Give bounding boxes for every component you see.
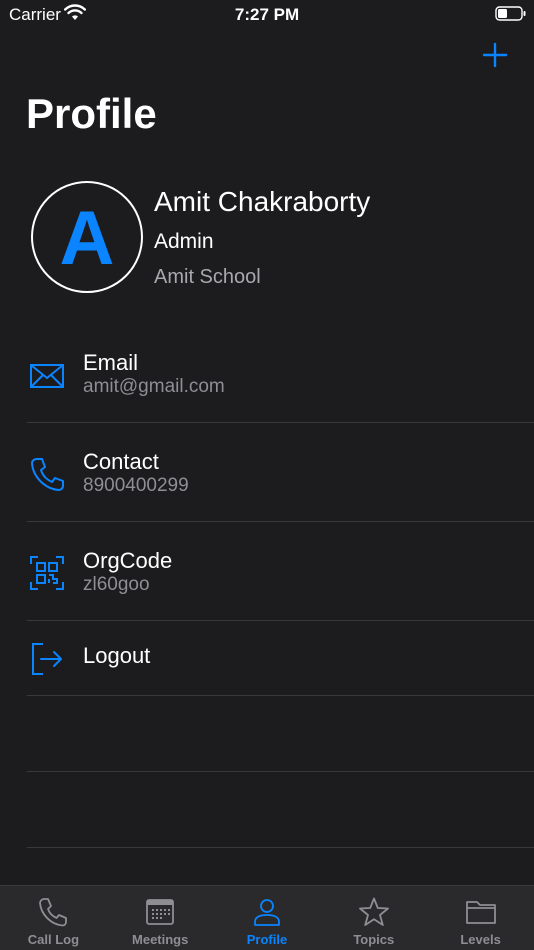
plus-icon	[482, 42, 508, 68]
avatar: A	[31, 181, 143, 293]
tab-label: Profile	[246, 932, 288, 947]
qr-code-icon	[30, 556, 64, 590]
folder-icon	[465, 901, 496, 924]
divider	[27, 847, 534, 848]
tab-topics[interactable]: Topics	[320, 886, 427, 950]
logout-label: Logout	[83, 643, 151, 668]
orgcode-value: zl60goo	[83, 574, 150, 595]
email-row[interactable]: Email amit@gmail.com	[0, 324, 534, 423]
contact-row[interactable]: Contact 8900400299	[0, 423, 534, 522]
divider	[27, 771, 534, 772]
profile-menu-list: Email amit@gmail.com Contact 8900400299 …	[0, 324, 534, 696]
logout-row[interactable]: Logout	[0, 621, 534, 696]
tab-label: Levels	[460, 932, 501, 947]
logout-icon	[32, 643, 62, 675]
tab-label: Call Log	[27, 932, 80, 947]
page-title: Profile	[26, 90, 157, 137]
add-button[interactable]	[480, 40, 510, 70]
profile-organization: Amit School	[154, 266, 261, 288]
email-label: Email	[83, 350, 139, 375]
tab-label: Meetings	[132, 932, 189, 947]
profile-name: Amit Chakraborty	[154, 186, 371, 217]
avatar-initial: A	[59, 196, 115, 281]
status-bar: Carrier 7:27 PM	[0, 0, 534, 30]
battery-icon	[495, 6, 526, 21]
tab-meetings[interactable]: Meetings	[107, 886, 214, 950]
profile-role: Admin	[154, 230, 214, 253]
phone-icon	[39, 898, 68, 927]
email-value: amit@gmail.com	[83, 376, 225, 397]
orgcode-label: OrgCode	[83, 548, 173, 573]
tab-levels[interactable]: Levels	[427, 886, 534, 950]
phone-icon	[31, 458, 64, 491]
tab-call-log[interactable]: Call Log	[0, 886, 107, 950]
mail-icon	[30, 364, 64, 388]
tab-label: Topics	[353, 932, 395, 947]
person-icon	[254, 899, 280, 926]
contact-value: 8900400299	[83, 475, 189, 496]
orgcode-row[interactable]: OrgCode zl60goo	[0, 522, 534, 621]
tab-bar: Call Log Meetings Profile Topics Levels	[0, 885, 534, 950]
status-time: 7:27 PM	[234, 5, 300, 24]
tab-profile[interactable]: Profile	[214, 886, 321, 950]
calendar-icon	[146, 899, 175, 925]
contact-label: Contact	[83, 449, 159, 474]
star-icon	[358, 897, 389, 926]
